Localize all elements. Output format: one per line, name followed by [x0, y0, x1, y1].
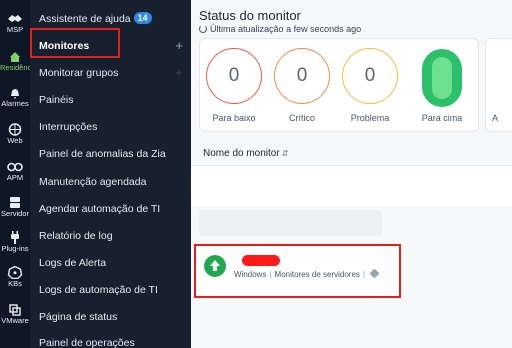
secondary-status-card: A: [485, 38, 512, 132]
menu-item-scheduled-maintenance[interactable]: Manutenção agendada: [39, 176, 146, 188]
icon-rail: MSP Residência Alarmes Web APM Servidor …: [0, 0, 37, 348]
tag-os[interactable]: Windows: [234, 270, 266, 279]
status-down-label: Para baixo: [212, 113, 256, 123]
row-meta: Windows | Monitores de servidores |: [234, 268, 380, 279]
table-row[interactable]: Windows | Monitores de servidores |: [194, 244, 401, 298]
menu-item-alert-logs[interactable]: Logs de Alerta: [39, 257, 106, 269]
menu-item-label: Assistente de ajuda: [39, 13, 131, 25]
rail-servidor[interactable]: Servidor: [0, 196, 30, 218]
menu-item-status-page[interactable]: Página de status: [39, 311, 117, 323]
server-icon: [10, 197, 20, 208]
menu-item-outages[interactable]: Interrupções: [39, 121, 97, 133]
tag-group[interactable]: Monitores de servidores: [275, 270, 360, 279]
rail-label: Servidor: [1, 209, 29, 218]
menu-item-schedule-automation[interactable]: Agendar automação de TI: [39, 203, 160, 215]
rail-web[interactable]: Web: [0, 123, 30, 145]
kubernetes-icon: [7, 266, 23, 279]
status-trouble-circle[interactable]: 0: [342, 48, 398, 104]
rail-label: Web: [7, 136, 23, 145]
highlight-monitores: [30, 28, 120, 58]
add-group-icon[interactable]: +: [175, 65, 183, 80]
rail-alarmes[interactable]: Alarmes: [0, 86, 30, 108]
menu-item-assistant[interactable]: Assistente de ajuda 14: [39, 12, 152, 25]
rail-label: Alarmes: [1, 99, 29, 108]
rail-label: Plug-ins: [1, 244, 29, 253]
rail-msp[interactable]: MSP: [0, 12, 30, 34]
sort-icon: ⇵: [281, 149, 289, 158]
rail-label: VMware: [1, 316, 29, 325]
notification-badge: 14: [133, 12, 152, 24]
rail-plugins[interactable]: Plug-ins: [0, 231, 30, 253]
table-blank-area: [191, 166, 512, 206]
menu-item-log-report[interactable]: Relatório de log: [39, 230, 113, 242]
status-summary-card: 0 Para baixo 0 Crítico 0 Problema Para c…: [199, 38, 479, 132]
bell-icon: [11, 89, 19, 99]
rail-label: MSP: [6, 25, 24, 34]
status-up-icon: [204, 255, 226, 277]
refresh-icon[interactable]: [199, 25, 207, 33]
rail-label: KBs: [8, 279, 22, 288]
main-content: Status do monitor Última atualização a f…: [191, 0, 512, 348]
page-title: Status do monitor: [199, 8, 301, 23]
status-up-fill: [432, 57, 452, 99]
secondary-card-label: A: [492, 113, 499, 123]
binoculars-icon: [7, 162, 23, 172]
home-icon: [10, 52, 20, 62]
globe-icon: [8, 123, 22, 136]
tag-icon[interactable]: [369, 268, 380, 279]
column-header-monitor-name[interactable]: Nome do monitor ⇵: [203, 148, 288, 159]
last-updated: Última atualização a few seconds ago: [199, 24, 361, 34]
vmware-icon: [9, 304, 21, 316]
add-monitor-icon[interactable]: +: [175, 38, 183, 53]
menu-item-zia-anomalies[interactable]: Painel de anomalias da Zia: [39, 148, 166, 160]
rail-apm[interactable]: APM: [0, 160, 30, 182]
menu-item-operations-dashboard[interactable]: Painel de operações: [39, 337, 135, 348]
plug-icon: [11, 231, 19, 244]
menu-panel: Assistente de ajuda 14 Monitores + Monito…: [30, 0, 191, 348]
loading-placeholder-row: [199, 210, 382, 236]
menu-item-automation-logs[interactable]: Logs de automação de TI: [39, 284, 158, 296]
status-down-circle[interactable]: 0: [206, 48, 262, 104]
rail-vmware[interactable]: VMware: [0, 303, 30, 325]
handshake-icon: [8, 15, 22, 22]
rail-label: APM: [6, 173, 24, 182]
arrow-up-icon: [210, 260, 220, 271]
status-up-label: Para cima: [421, 113, 463, 123]
menu-item-dashboards[interactable]: Painéis: [39, 94, 73, 106]
status-trouble-label: Problema: [350, 113, 390, 123]
status-critical-label: Crítico: [288, 113, 315, 123]
rail-kbs[interactable]: KBs: [0, 266, 30, 288]
status-up-indicator[interactable]: [422, 49, 462, 107]
rail-residencia[interactable]: Residência: [0, 50, 37, 72]
redacted-monitor-name: [242, 255, 280, 266]
menu-item-monitor-groups[interactable]: Monitorar grupos: [39, 67, 118, 79]
status-critical-circle[interactable]: 0: [274, 48, 330, 104]
